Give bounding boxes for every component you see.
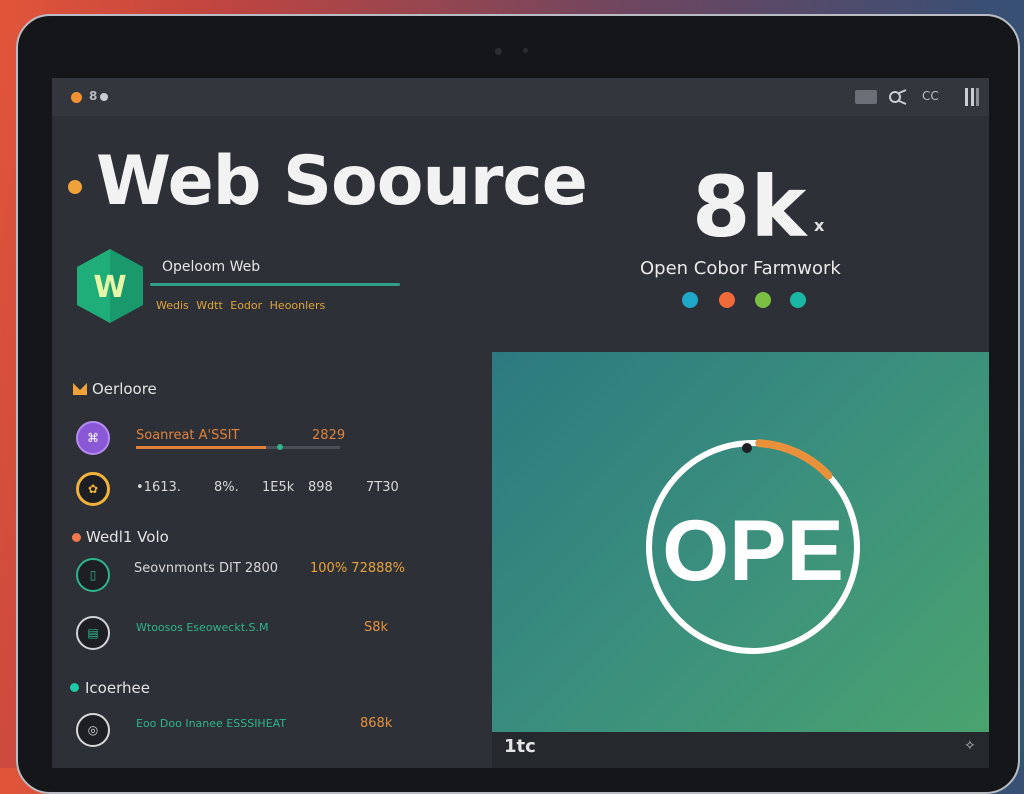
palette-swatch-orange[interactable] — [719, 292, 735, 308]
document-icon: ▤ — [76, 616, 110, 650]
section-title-1: Oerloore — [92, 380, 157, 398]
top-bar: 8 CC — [52, 78, 989, 116]
title-bullet-icon — [68, 180, 82, 194]
row-cell: 7T30 — [366, 480, 399, 495]
share-icon[interactable] — [887, 89, 907, 105]
row-progress — [136, 446, 266, 449]
row-cell: 1E5k — [262, 480, 295, 495]
toggle-icon[interactable] — [100, 93, 108, 101]
ring-handle[interactable] — [742, 443, 752, 453]
code-icon: ⌘ — [76, 421, 110, 455]
status-dot — [71, 92, 82, 103]
menu-icon[interactable] — [964, 86, 980, 108]
row-title[interactable]: Eoo Doo Inanee ESSSIHEAT — [136, 717, 286, 730]
brand-title: Opeloom Web — [162, 259, 261, 275]
brand-logo-icon: W — [77, 249, 143, 323]
row-value: 2829 — [312, 428, 346, 443]
sensor-icon — [523, 48, 528, 53]
cc-label[interactable]: CC — [922, 89, 939, 103]
progress-marker — [277, 444, 283, 450]
row-value: 100% 72888% — [310, 561, 406, 576]
brand-tags: Wedis Wdtt Eodor Heoonlers — [156, 299, 326, 312]
row-title[interactable]: Seovnmonts DIT 2800 — [134, 561, 278, 576]
section-title-3: Icoerhee — [85, 679, 150, 697]
row-title[interactable]: Soanreat A'SSIT — [136, 428, 239, 443]
ring-progress — [755, 439, 833, 480]
row-cell: •1613. — [136, 480, 181, 495]
row-cell: 8%. — [214, 480, 239, 495]
mobile-icon: ▯ — [76, 558, 110, 592]
globe-icon: ◎ — [76, 713, 110, 747]
brand-logo-letter: W — [93, 270, 126, 305]
feature-panel: OPE — [492, 352, 989, 732]
section-title-2: Wedl1 Volo — [86, 528, 169, 546]
framework-subtitle: Open Cobor Farmwork — [640, 258, 841, 279]
settings-icon[interactable]: ✧ — [964, 738, 976, 754]
brand-divider — [150, 283, 400, 286]
progress-ring: OPE — [646, 439, 860, 654]
row-value: 868k — [360, 716, 393, 731]
app-screen: 8 CC Web Soource 8k x Open Cobor Farmwor… — [52, 78, 989, 768]
section-bookmark-icon — [73, 383, 87, 395]
page-title: Web Soource — [96, 142, 588, 221]
gear-icon: ✿ — [76, 472, 110, 506]
monitor-icon[interactable] — [855, 90, 877, 104]
palette-swatch-teal[interactable] — [790, 292, 806, 308]
section-bullet-icon — [72, 533, 81, 542]
ring-label: OPE — [662, 503, 844, 599]
camera-icon — [495, 48, 502, 55]
palette-swatch-green[interactable] — [755, 292, 771, 308]
row-cell: 898 — [308, 480, 333, 495]
row-value: S8k — [364, 620, 389, 635]
panel-footer: 1tc ✧ — [492, 732, 989, 768]
stat-suffix: x — [814, 216, 825, 235]
stat-value: 8k — [692, 158, 807, 256]
footer-label: 1tc — [504, 736, 536, 757]
palette-swatch-cyan[interactable] — [682, 292, 698, 308]
topbar-left-label: 8 — [89, 89, 98, 103]
row-title[interactable]: Wtoosos Eseoweckt.S.M — [136, 621, 268, 634]
section-bullet-icon — [70, 683, 79, 692]
